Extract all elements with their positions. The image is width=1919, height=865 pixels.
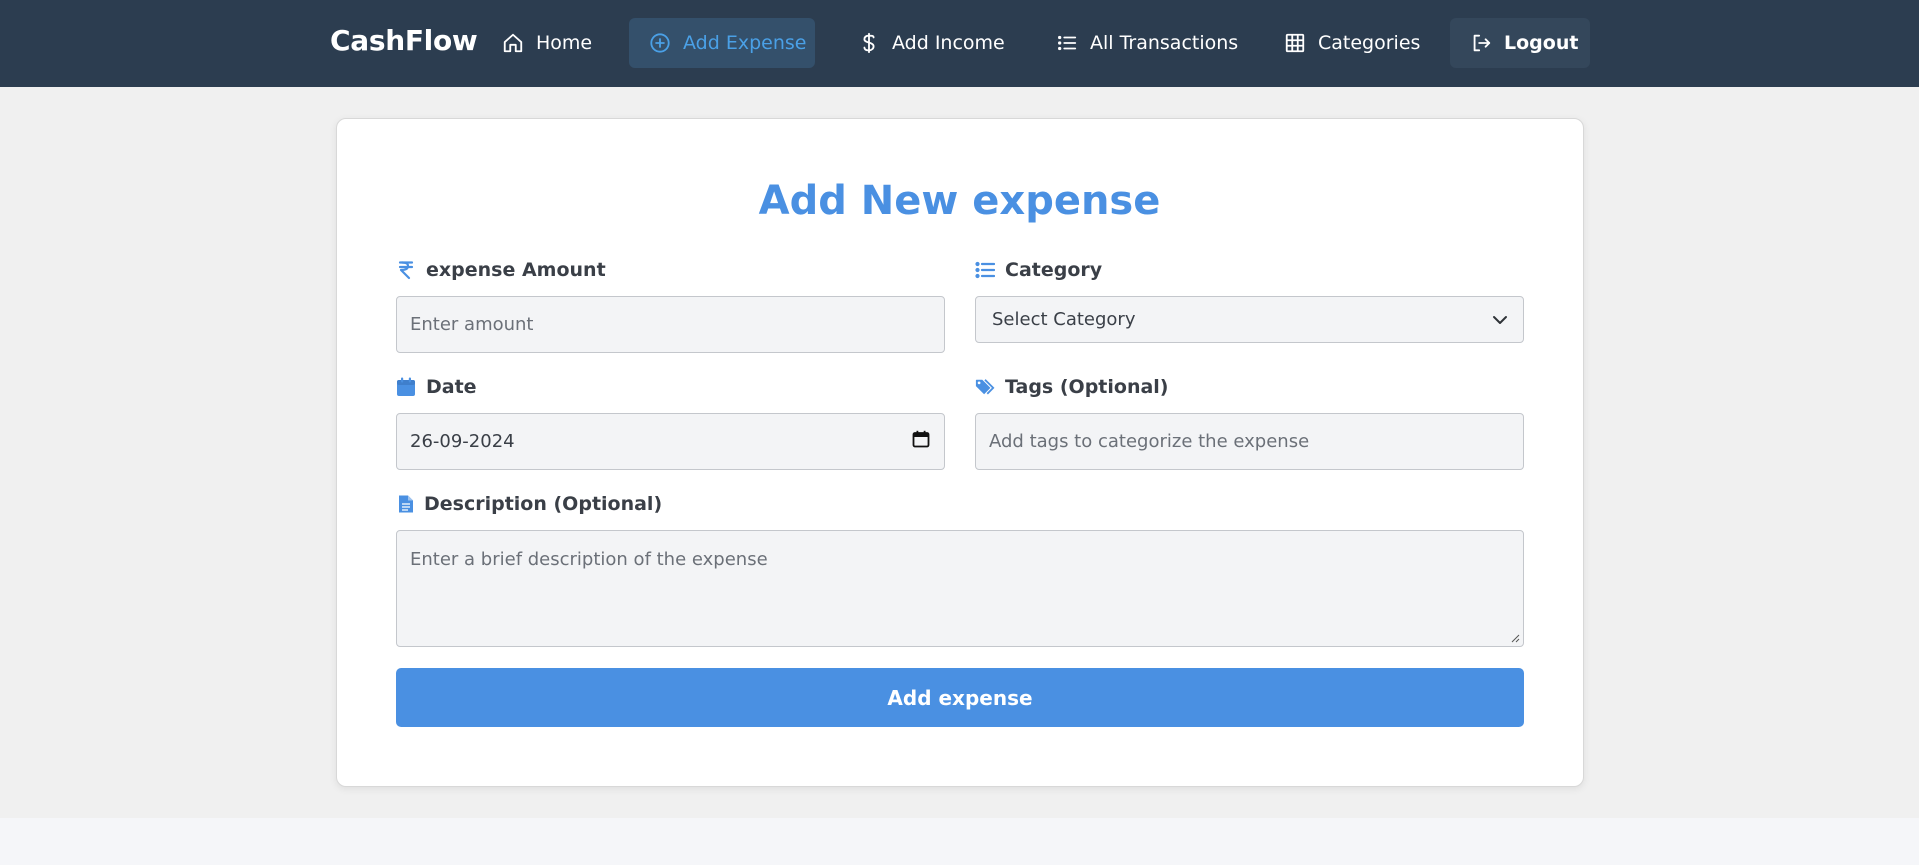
logout-label: Logout — [1504, 32, 1579, 54]
date-label-text: Date — [426, 376, 477, 398]
plus-circle-icon — [649, 32, 671, 54]
file-icon — [396, 494, 416, 514]
rupee-icon — [396, 260, 416, 280]
nav-add-expense[interactable]: Add Expense — [629, 18, 815, 68]
chevron-down-icon — [1493, 316, 1507, 324]
amount-label-text: expense Amount — [426, 259, 606, 281]
top-navbar: CashFlow Home Add Expense Add Income All… — [0, 0, 1919, 87]
category-label-text: Category — [1005, 259, 1103, 281]
nav-add-income[interactable]: Add Income — [838, 18, 1025, 68]
tags-label-text: Tags (Optional) — [1005, 376, 1169, 398]
date-value: 26-09-2024 — [410, 431, 515, 452]
nav-add-expense-label: Add Expense — [683, 32, 807, 54]
category-selected-value: Select Category — [992, 309, 1136, 330]
dollar-icon — [858, 32, 880, 54]
description-label-text: Description (Optional) — [424, 493, 663, 515]
home-icon — [502, 32, 524, 54]
logout-button[interactable]: Logout — [1450, 18, 1590, 68]
nav-add-income-label: Add Income — [892, 32, 1005, 54]
tags-label: Tags (Optional) — [975, 376, 1169, 398]
tags-placeholder: Add tags to categorize the expense — [989, 431, 1310, 452]
nav-home-label: Home — [536, 32, 593, 54]
resize-handle-icon[interactable] — [1510, 633, 1520, 643]
date-label: Date — [396, 376, 477, 398]
calendar-picker-icon[interactable] — [912, 430, 930, 448]
amount-input[interactable]: Enter amount — [396, 296, 945, 353]
add-expense-button[interactable]: Add expense — [396, 668, 1524, 727]
description-label: Description (Optional) — [396, 493, 662, 515]
category-select[interactable]: Select Category — [975, 296, 1524, 343]
date-input[interactable]: 26-09-2024 — [396, 413, 945, 470]
amount-label: expense Amount — [396, 259, 606, 281]
logout-icon — [1470, 32, 1492, 54]
form-title: Add New expense — [758, 178, 1161, 224]
nav-categories-label: Categories — [1318, 32, 1421, 54]
calendar-icon — [396, 377, 416, 397]
brand-logo[interactable]: CashFlow — [330, 24, 478, 57]
tags-input[interactable]: Add tags to categorize the expense — [975, 413, 1524, 470]
description-placeholder: Enter a brief description of the expense — [410, 549, 768, 570]
amount-placeholder: Enter amount — [410, 314, 534, 335]
list-icon — [1056, 32, 1078, 54]
tags-icon — [975, 377, 995, 397]
description-textarea[interactable]: Enter a brief description of the expense — [396, 530, 1524, 647]
category-label: Category — [975, 259, 1102, 281]
grid-icon — [1284, 32, 1306, 54]
nav-home[interactable]: Home — [482, 18, 612, 68]
nav-all-transactions[interactable]: All Transactions — [1036, 18, 1258, 68]
list-icon — [975, 260, 995, 280]
nav-categories[interactable]: Categories — [1264, 18, 1440, 68]
nav-all-transactions-label: All Transactions — [1090, 32, 1239, 54]
